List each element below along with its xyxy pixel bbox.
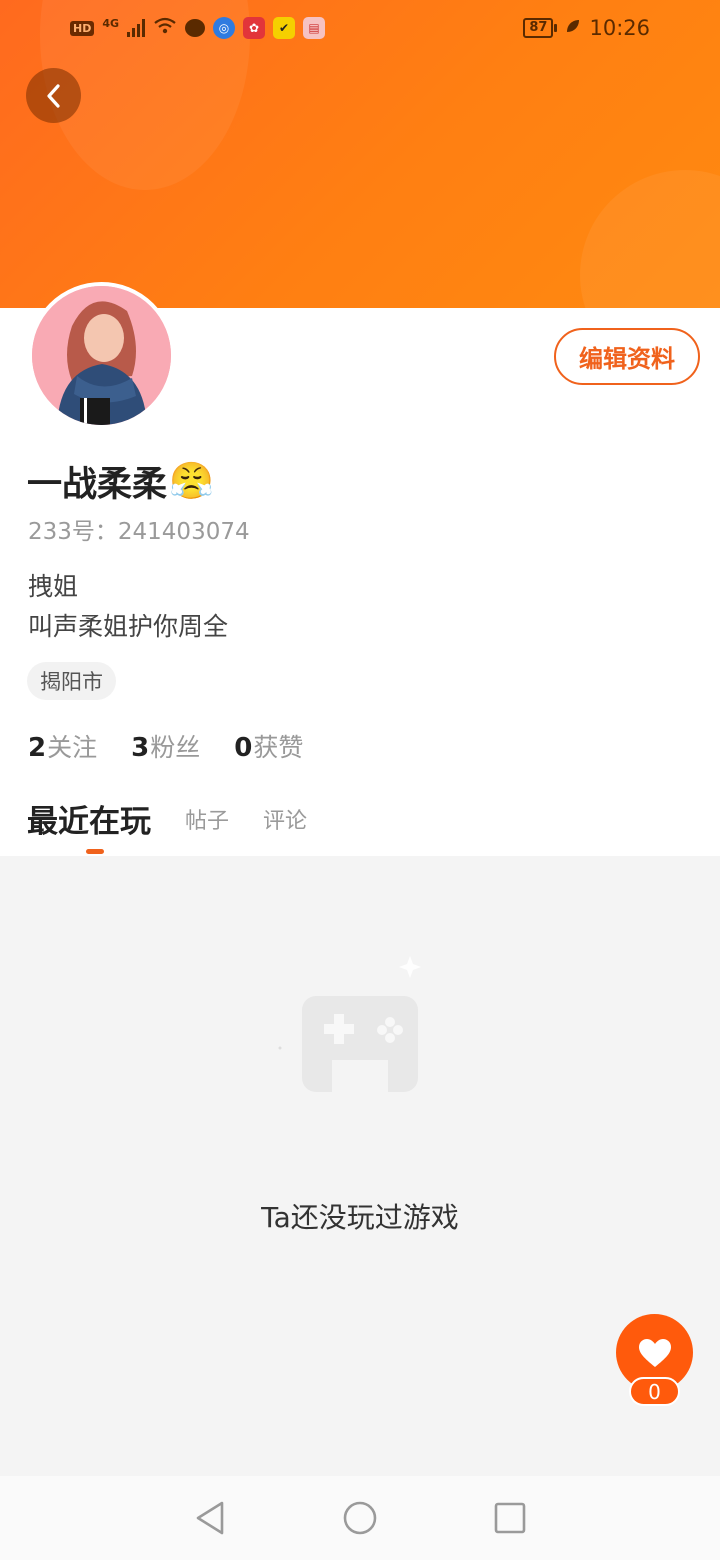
nickname-text: 一战柔柔 (27, 464, 168, 505)
empty-state-text: Ta还没玩过游戏 (261, 1201, 459, 1234)
check-app-icon: ✔ (273, 17, 296, 39)
tab-posts[interactable]: 帖子 (185, 803, 229, 835)
stat-label: 粉丝 (150, 733, 201, 762)
stat-number: 3 (131, 733, 150, 763)
battery-level: 87 (523, 18, 554, 38)
bio-line: 拽姐 (28, 572, 79, 601)
bio-line: 叫声柔姐护你周全 (28, 612, 229, 641)
profile-screen: HD 4G ◎ ✿ ✔ ▤ 87 10:26 编辑资料 一战柔柔 😤 233号：… (0, 0, 720, 1560)
heart-icon (638, 1338, 671, 1367)
leaf-icon (565, 18, 581, 38)
stat-label: 获赞 (253, 733, 304, 762)
edit-profile-button[interactable]: 编辑资料 (554, 328, 700, 385)
nav-recents-button[interactable] (490, 1498, 530, 1538)
stat-followers[interactable]: 3 粉丝 (131, 728, 200, 764)
clock: 10:26 (589, 16, 650, 40)
stats-row: 2 关注 3 粉丝 0 获赞 (28, 728, 303, 764)
square-recents-icon (494, 1502, 526, 1534)
banner-decoration (580, 170, 720, 308)
red-app-icon: ✿ (243, 17, 266, 39)
wifi-icon (153, 17, 177, 39)
triangle-back-icon (196, 1501, 224, 1535)
stat-number: 0 (234, 733, 253, 763)
system-nav-bar (0, 1476, 720, 1560)
network-label: 4G (102, 17, 120, 30)
signal-icon (127, 19, 146, 37)
stat-label: 关注 (47, 733, 98, 762)
user-id: 233号：241403074 (28, 519, 250, 545)
circle-home-icon (343, 1501, 377, 1535)
browser-app-icon: ◎ (213, 17, 236, 39)
status-bar: HD 4G ◎ ✿ ✔ ▤ 87 10:26 (0, 0, 720, 56)
gamepad-icon (270, 950, 450, 1100)
bio: 拽姐 叫声柔姐护你周全 (28, 567, 228, 647)
nickname: 一战柔柔 😤 (27, 456, 214, 506)
emoji-icon: 😤 (169, 461, 214, 502)
hd-badge: HD (70, 20, 95, 36)
chat-icon (185, 19, 206, 37)
stat-number: 2 (28, 733, 47, 763)
battery-icon: 87 (523, 18, 558, 38)
nav-home-button[interactable] (340, 1498, 380, 1538)
stat-likes[interactable]: 0 获赞 (234, 728, 303, 764)
avatar[interactable] (28, 282, 175, 429)
nav-back-button[interactable] (190, 1498, 230, 1538)
tab-recently-played[interactable]: 最近在玩 (27, 796, 151, 841)
status-left: HD 4G ◎ ✿ ✔ ▤ (70, 17, 326, 39)
gift-app-icon: ▤ (303, 17, 326, 39)
tab-comments[interactable]: 评论 (263, 803, 307, 835)
chevron-left-icon (46, 83, 60, 108)
like-count-badge: 0 (629, 1377, 680, 1406)
location-tag: 揭阳市 (27, 662, 116, 700)
active-tab-indicator (86, 849, 104, 854)
stat-following[interactable]: 2 关注 (28, 728, 97, 764)
tab-content-area (0, 856, 720, 1476)
back-button[interactable] (26, 68, 81, 123)
status-right: 87 10:26 (523, 16, 650, 40)
profile-tabs: 最近在玩 帖子 评论 (27, 796, 307, 841)
